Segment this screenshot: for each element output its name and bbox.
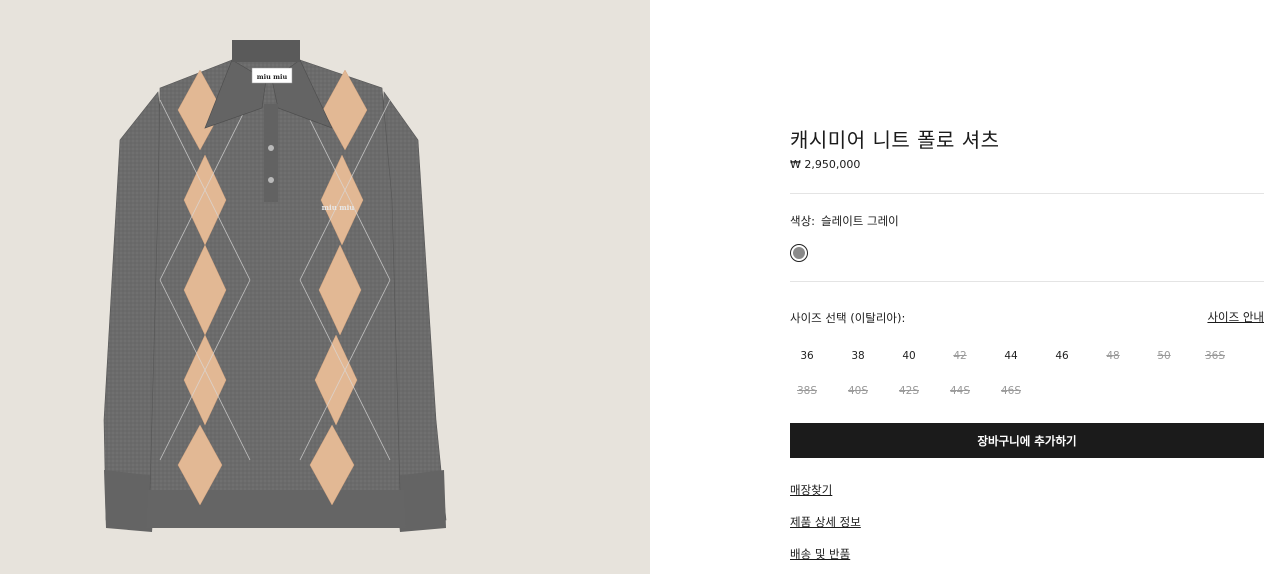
product-info-panel: 캐시미어 니트 폴로 셔츠 ₩ 2,950,000 색상: 슬레이트 그레이 사이… (790, 0, 1264, 574)
size-option[interactable]: 42 (943, 343, 977, 369)
size-option[interactable]: 44 (994, 343, 1028, 369)
product-title: 캐시미어 니트 폴로 셔츠 (790, 128, 1000, 152)
size-option[interactable]: 48 (1096, 343, 1130, 369)
size-option[interactable]: 42S (892, 378, 926, 404)
color-swatch[interactable] (790, 244, 808, 262)
color-selection: 색상: 슬레이트 그레이 (790, 213, 899, 229)
shipping-returns-link[interactable]: 배송 및 반품 (790, 546, 850, 562)
size-option[interactable]: 38S (790, 378, 824, 404)
product-price: ₩ 2,950,000 (790, 158, 861, 171)
size-option[interactable]: 44S (943, 378, 977, 404)
product-image: miu miu miu miu (0, 0, 650, 574)
chest-logo-text: miu miu (322, 203, 355, 212)
size-label: 사이즈 선택 (이탈리아): (790, 311, 906, 325)
size-option[interactable]: 38 (841, 343, 875, 369)
find-store-link[interactable]: 매장찾기 (790, 482, 832, 498)
color-value: 슬레이트 그레이 (821, 214, 899, 228)
size-option[interactable]: 46 (1045, 343, 1079, 369)
size-option[interactable]: 40 (892, 343, 926, 369)
color-label: 색상: (790, 214, 816, 228)
size-option[interactable]: 46S (994, 378, 1028, 404)
add-to-cart-button[interactable]: 장바구니에 추가하기 (790, 423, 1264, 458)
size-guide-link[interactable]: 사이즈 안내 (1207, 309, 1264, 325)
divider (790, 281, 1264, 282)
size-option[interactable]: 36S (1198, 343, 1232, 369)
size-option[interactable]: 50 (1147, 343, 1181, 369)
size-option[interactable]: 36 (790, 343, 824, 369)
swatch-fill (793, 247, 805, 259)
sweater-illustration: miu miu miu miu (103, 40, 447, 532)
divider (790, 193, 1264, 194)
size-option[interactable]: 40S (841, 378, 875, 404)
product-details-link[interactable]: 제품 상세 정보 (790, 514, 861, 530)
brand-tag-text: miu miu (257, 73, 288, 81)
